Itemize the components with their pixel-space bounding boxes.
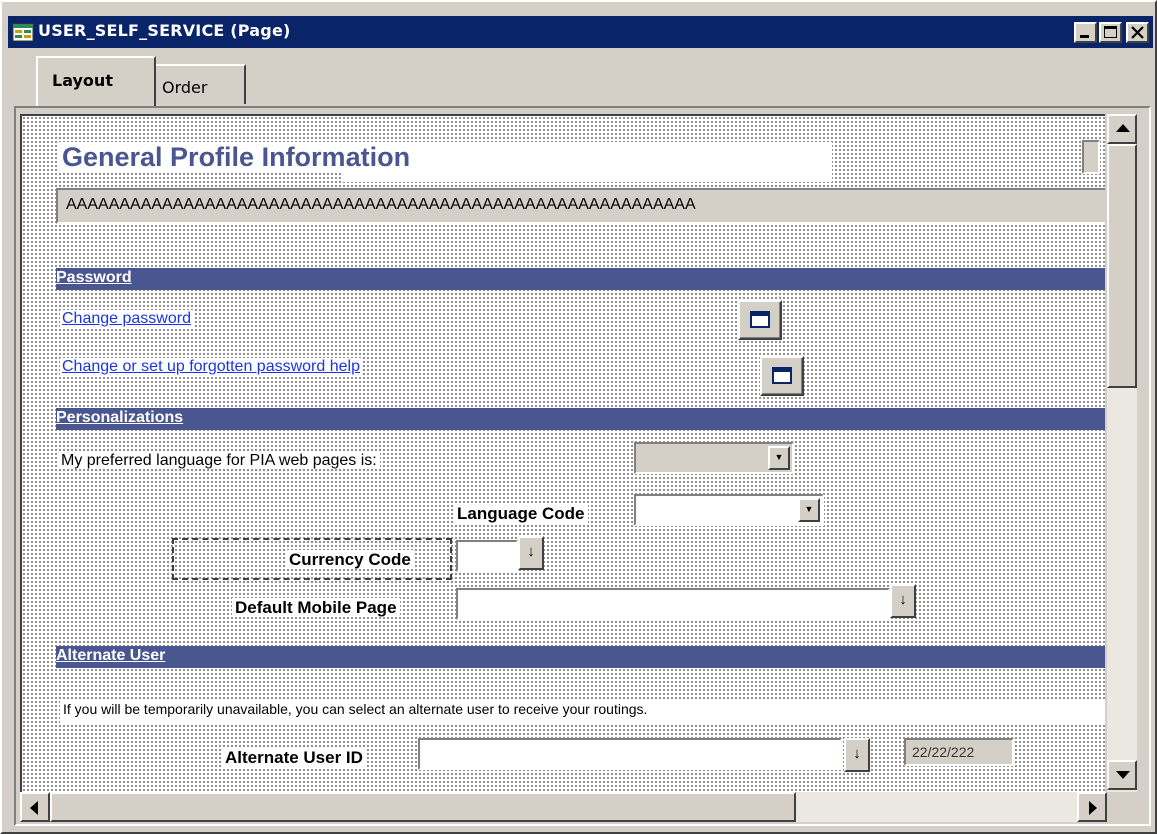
alternate-user-id-field[interactable] (418, 738, 842, 770)
forgotten-password-push-button[interactable] (760, 356, 804, 396)
language-code-dropdown[interactable]: ▼ (634, 494, 824, 526)
from-date-field[interactable]: 22/22/222 (904, 738, 1014, 766)
display-only-field[interactable]: AAAAAAAAAAAAAAAAAAAAAAAAAAAAAAAAAAAAAAAA… (56, 188, 1105, 224)
close-button[interactable] (1126, 22, 1149, 43)
tab-order-label: Order (162, 78, 208, 97)
forgotten-password-help-link[interactable]: Change or set up forgotten password help (60, 358, 362, 375)
scroll-down-button[interactable] (1107, 760, 1137, 790)
title-field-area (342, 142, 832, 182)
arrow-down-icon (1116, 771, 1130, 779)
alternate-user-id-prompt-button[interactable]: ↓ (844, 738, 870, 772)
vertical-scroll-thumb[interactable] (1107, 144, 1137, 388)
page-title[interactable]: General Profile Information (58, 142, 415, 173)
small-field-box[interactable] (1082, 140, 1100, 174)
currency-code-prompt-button[interactable]: ↓ (518, 536, 544, 570)
title-bar[interactable]: USER_SELF_SERVICE (Page) (8, 16, 1153, 48)
minimize-icon (1080, 35, 1089, 38)
vertical-scrollbar[interactable] (1107, 114, 1137, 794)
arrow-up-icon (1116, 124, 1130, 132)
window-title: USER_SELF_SERVICE (Page) (38, 21, 291, 40)
section-header-password[interactable]: Password (56, 268, 1105, 290)
tab-order[interactable]: Order (154, 64, 246, 104)
page-window-icon (772, 367, 792, 384)
prompt-arrow-icon: ↓ (899, 591, 907, 608)
currency-code-label[interactable]: Currency Code (286, 550, 414, 569)
prompt-arrow-icon: ↓ (853, 745, 861, 762)
default-mobile-page-label[interactable]: Default Mobile Page (232, 598, 400, 617)
page-definition-icon (12, 23, 34, 42)
page-window-icon (750, 311, 770, 328)
preferred-language-dropdown[interactable]: ▼ (634, 442, 794, 474)
alternate-user-id-label[interactable]: Alternate User ID (222, 748, 366, 767)
default-mobile-page-prompt-button[interactable]: ↓ (890, 584, 916, 618)
arrow-right-icon (1089, 801, 1097, 815)
currency-code-field[interactable] (456, 540, 518, 572)
prompt-arrow-icon: ↓ (527, 543, 535, 560)
scroll-left-button[interactable] (20, 792, 50, 822)
alternate-user-info-text[interactable]: If you will be temporarily unavailable, … (60, 699, 651, 719)
default-mobile-page-field[interactable] (456, 588, 890, 620)
dropdown-arrow-icon[interactable]: ▼ (798, 498, 820, 522)
designer-window: USER_SELF_SERVICE (Page) Layout Order Ge… (0, 0, 1157, 834)
minimize-button[interactable] (1074, 22, 1097, 43)
change-password-push-button[interactable] (738, 300, 782, 340)
scroll-up-button[interactable] (1107, 114, 1137, 144)
preferred-language-label[interactable]: My preferred language for PIA web pages … (58, 452, 380, 469)
change-password-link[interactable]: Change password (60, 310, 193, 327)
maximize-button[interactable] (1099, 22, 1122, 43)
maximize-icon (1104, 26, 1117, 38)
scrollbar-corner (1107, 792, 1137, 822)
tab-layout-label: Layout (52, 71, 113, 90)
close-icon (1131, 26, 1144, 39)
page-design-canvas[interactable]: General Profile Information AAAAAAAAAAAA… (20, 114, 1105, 792)
dropdown-arrow-icon[interactable]: ▼ (768, 446, 790, 470)
section-header-alternate-user[interactable]: Alternate User (56, 646, 1105, 668)
arrow-left-icon (30, 801, 38, 815)
section-header-personalizations[interactable]: Personalizations (56, 408, 1105, 430)
tab-layout[interactable]: Layout (36, 56, 156, 106)
language-code-label[interactable]: Language Code (454, 504, 588, 523)
horizontal-scrollbar[interactable] (20, 792, 1107, 822)
horizontal-scroll-thumb[interactable] (50, 792, 796, 822)
scroll-right-button[interactable] (1077, 792, 1107, 822)
